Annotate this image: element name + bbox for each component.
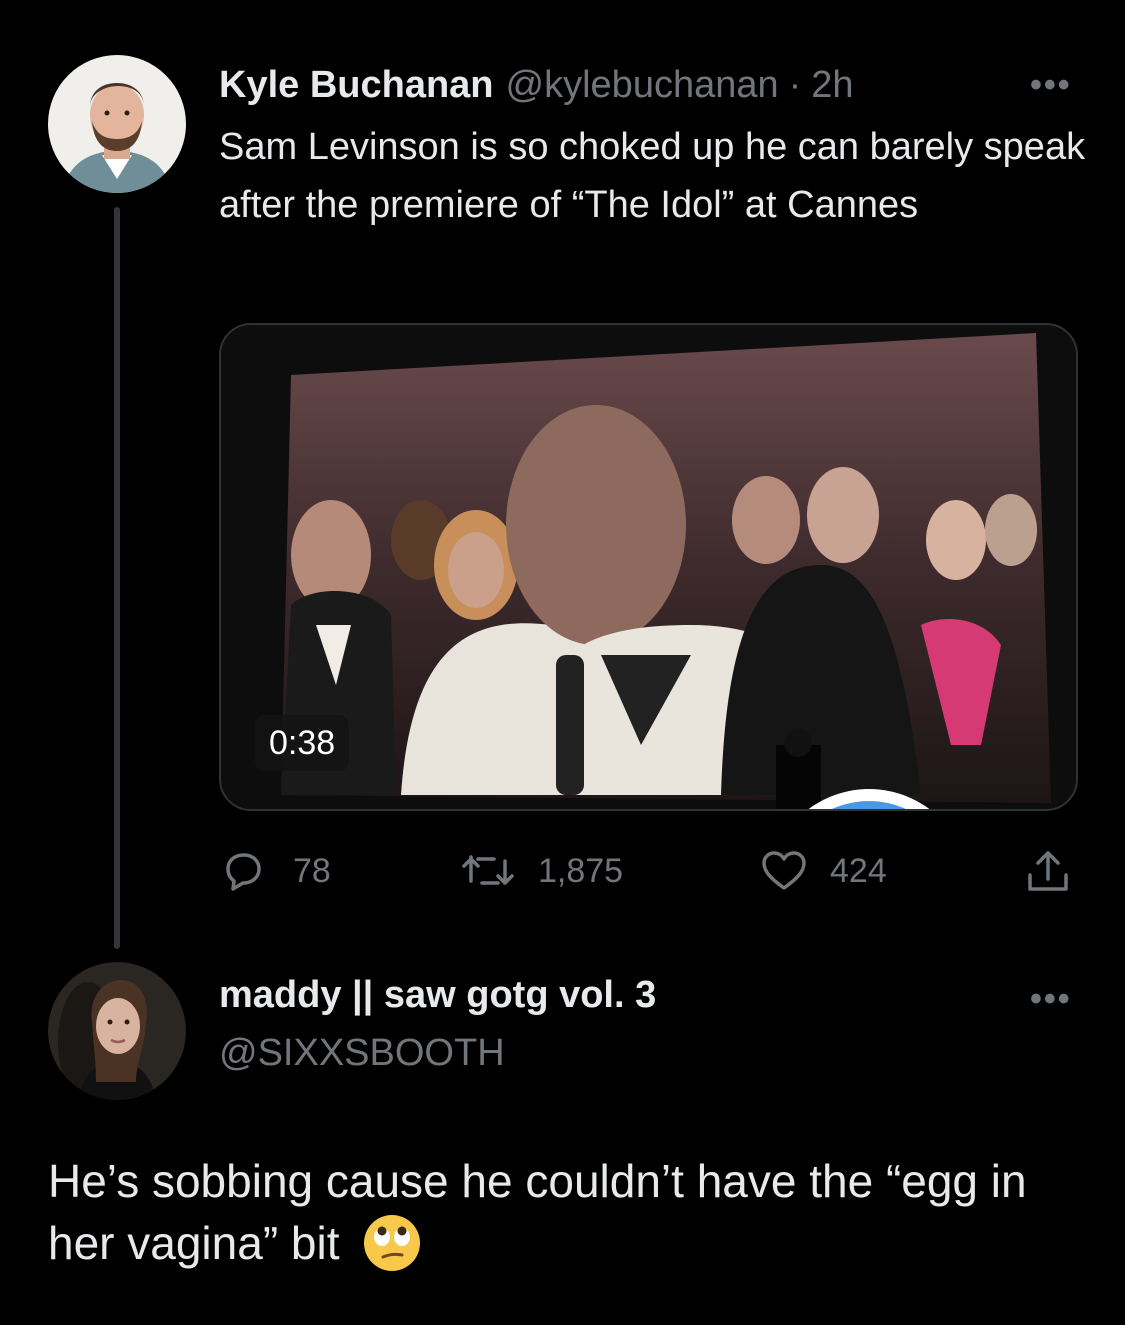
reply-count: 78	[293, 851, 331, 890]
more-icon: •••	[1030, 980, 1072, 1018]
retweet-icon	[462, 855, 514, 885]
video-thumbnail	[221, 325, 1076, 809]
author-handle[interactable]: @kylebuchanan	[506, 64, 779, 107]
share-action[interactable]	[1024, 846, 1072, 896]
reply-action[interactable]: 78	[219, 846, 331, 896]
reply-icon	[226, 853, 261, 891]
video-duration: 0:38	[255, 715, 350, 771]
tweet-text: Sam Levinson is so choked up he can bare…	[219, 126, 1086, 226]
like-icon	[762, 851, 806, 890]
play-icon	[780, 801, 958, 811]
tweet-timestamp[interactable]: 2h	[811, 64, 853, 107]
more-options-button[interactable]: •••	[1030, 66, 1072, 105]
face-with-rolling-eyes-icon	[364, 1215, 421, 1271]
share-icon	[1028, 851, 1068, 891]
meta-separator: ·	[788, 63, 802, 106]
reply-text: He’s sobbing cause he couldn’t have the …	[48, 1150, 1088, 1274]
like-count: 424	[830, 851, 887, 890]
like-action[interactable]: 424	[760, 846, 887, 896]
author-name[interactable]: Kyle Buchanan	[219, 64, 494, 107]
reply-author-name[interactable]: maddy || saw gotg vol. 3	[219, 974, 656, 1017]
more-icon: •••	[1030, 66, 1072, 104]
reply-author-handle[interactable]: @SIXXSBOOTH	[219, 1032, 505, 1075]
retweet-count: 1,875	[538, 851, 624, 890]
reply-text-body: He’s sobbing cause he couldn’t have the …	[48, 1155, 1027, 1269]
author-avatar[interactable]	[48, 55, 186, 193]
reply-author-avatar[interactable]	[48, 962, 186, 1100]
reply-more-options-button[interactable]: •••	[1030, 980, 1072, 1019]
retweet-action[interactable]: 1,875	[460, 846, 623, 896]
tweet-header: Kyle Buchanan @kylebuchanan · 2h	[219, 60, 854, 110]
thread-connector-line	[114, 207, 120, 949]
